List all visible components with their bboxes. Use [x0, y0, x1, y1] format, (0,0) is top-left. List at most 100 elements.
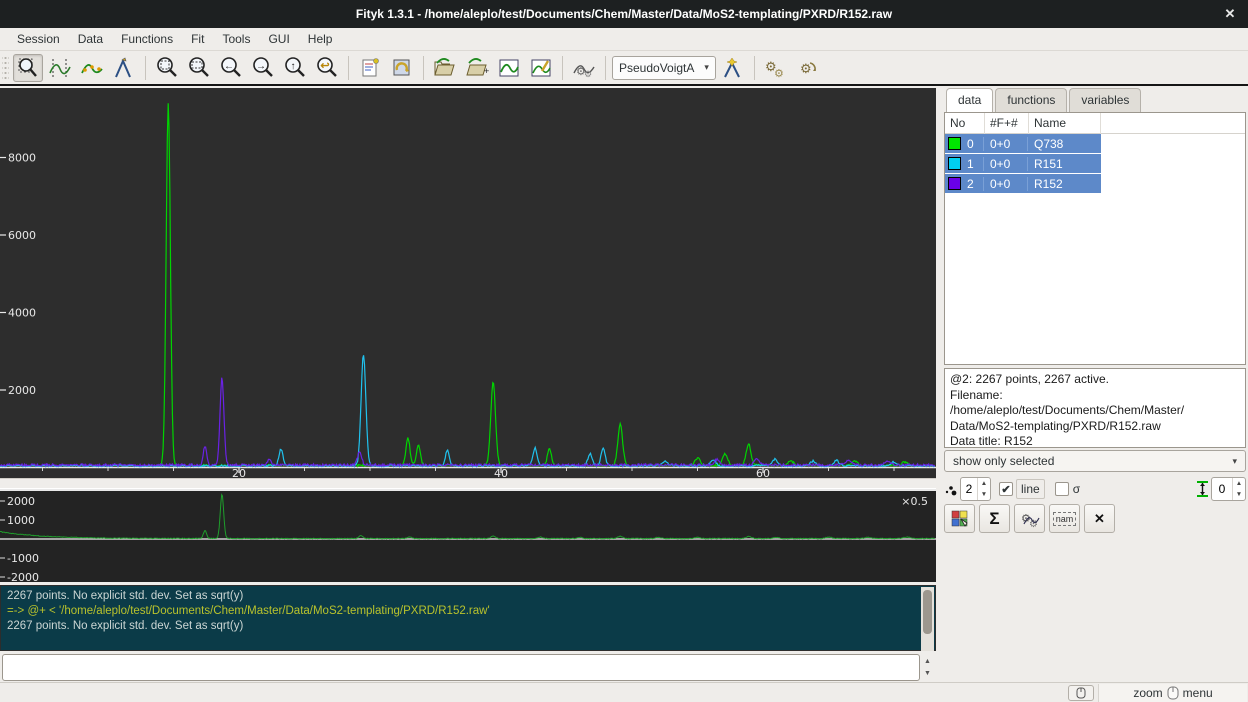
dataset-color-swatch[interactable]	[948, 157, 961, 170]
add-function-mode-button[interactable]	[109, 54, 139, 82]
load-data-button[interactable]	[430, 54, 460, 82]
spin-down-icon[interactable]: ▼	[1233, 489, 1245, 500]
history-down-icon[interactable]: ▼	[920, 668, 935, 681]
menu-fit[interactable]: Fit	[182, 29, 213, 49]
auxiliary-plot[interactable]: 20001000-1000-2000×0.5	[0, 489, 936, 582]
sigma-checkbox[interactable]	[1055, 482, 1069, 496]
dataset-actions: Σ ⚙⚙ nam ✕	[944, 504, 1115, 533]
menu-gui[interactable]: GUI	[259, 29, 298, 49]
dataset-no: 0	[961, 137, 983, 151]
data-table-button[interactable]	[494, 54, 524, 82]
dataset-row-1[interactable]: 1 0+0 R151	[945, 154, 1101, 174]
zoom-vertical-button[interactable]: ↑	[280, 54, 310, 82]
mouse-hint-menu-label: menu	[1183, 686, 1213, 700]
zoom-all-button[interactable]	[152, 54, 182, 82]
tab-data[interactable]: data	[946, 88, 993, 112]
dataset-func-count: 0+0	[983, 157, 1027, 171]
command-input[interactable]	[2, 654, 920, 681]
console-scrollbar-thumb[interactable]	[923, 590, 932, 634]
log-script-icon	[359, 57, 381, 79]
info-line: Data/MoS2-templating/PXRD/R152.raw	[950, 419, 1240, 435]
data-editor-grid-button[interactable]	[944, 504, 975, 533]
sigma-checkbox-label: σ	[1073, 482, 1080, 496]
spin-down-icon[interactable]: ▼	[978, 489, 990, 500]
tab-variables[interactable]: variables	[1069, 88, 1141, 112]
dataset-row-2[interactable]: 2 0+0 R152	[945, 174, 1101, 194]
zoom-right-icon: →	[252, 57, 274, 79]
zoom-previous-button[interactable]: ↩	[312, 54, 342, 82]
menu-data[interactable]: Data	[69, 29, 112, 49]
toolbar-separator	[605, 56, 606, 80]
edit-functions-button[interactable]: ⚙⚙	[569, 54, 599, 82]
display-controls: 2 ▲▼ ✔ line σ 0 ▲▼	[944, 476, 1246, 502]
delete-dataset-button[interactable]: ✕	[1084, 504, 1115, 533]
zoom-left-button[interactable]: ←	[216, 54, 246, 82]
column-header-no[interactable]: No	[945, 113, 985, 134]
dataset-color-swatch[interactable]	[948, 177, 961, 190]
menu-tools[interactable]: Tools	[213, 29, 259, 49]
zoom-vertical-icon: ↑	[284, 57, 306, 79]
tab-functions[interactable]: functions	[995, 88, 1067, 112]
mouse-hints-toggle-button[interactable]	[1068, 685, 1094, 701]
menu-functions[interactable]: Functions	[112, 29, 182, 49]
column-header-name[interactable]: Name	[1029, 113, 1101, 134]
sidebar-tabs: data functions variables	[946, 88, 1143, 112]
spin-up-icon[interactable]: ▲	[1233, 478, 1245, 489]
dataset-color-swatch[interactable]	[948, 137, 961, 150]
show-filter-dropdown[interactable]: show only selected ▾	[944, 450, 1246, 472]
data-table-icon	[498, 57, 520, 79]
add-function-icon	[113, 57, 135, 79]
load-data-append-button[interactable]: +	[462, 54, 492, 82]
column-header-functions[interactable]: #F+#	[985, 113, 1029, 134]
main-plot[interactable]: 2040602000400060008000	[0, 88, 936, 478]
command-history-spinner[interactable]: ▲▼	[920, 655, 935, 680]
zoom-right-button[interactable]: →	[248, 54, 278, 82]
dataset-row-0[interactable]: 0 0+0 Q738	[945, 134, 1101, 154]
open-folder-icon	[433, 57, 457, 79]
svg-text:⚙: ⚙	[1029, 519, 1038, 528]
line-checkbox[interactable]: ✔	[999, 482, 1013, 496]
shift-spinner[interactable]: 0 ▲▼	[1211, 477, 1246, 501]
fityk-window: Fityk 1.3.1 - /home/aleplo/test/Document…	[0, 0, 1248, 702]
zoom-selection-icon	[188, 57, 210, 79]
session-reset-button[interactable]	[387, 54, 417, 82]
auto-add-peak-button[interactable]	[718, 54, 748, 82]
fast-transform-button[interactable]: ⚙⚙	[1014, 504, 1045, 533]
add-peak-mode-button[interactable]	[77, 54, 107, 82]
fit-continue-button[interactable]: ⚙	[793, 54, 823, 82]
rename-label: nam	[1053, 512, 1077, 526]
svg-text:×0.5: ×0.5	[901, 495, 928, 508]
history-up-icon[interactable]: ▲	[920, 655, 935, 668]
rename-title-button[interactable]: nam	[1049, 504, 1080, 533]
point-size-icon	[944, 482, 957, 496]
spin-up-icon[interactable]: ▲	[978, 478, 990, 489]
function-gears-icon: ⚙⚙	[572, 57, 596, 79]
svg-text:↑: ↑	[291, 61, 296, 72]
plot-splitter[interactable]	[0, 478, 936, 489]
log-script-button[interactable]	[355, 54, 385, 82]
dataset-info: @2: 2267 points, 2267 active. Filename: …	[944, 368, 1246, 448]
toolbar-handle[interactable]	[2, 55, 9, 81]
output-console[interactable]: 2267 points. No explicit std. dev. Set a…	[0, 585, 936, 651]
close-button[interactable]: ✕	[1222, 6, 1238, 22]
point-size-spinner[interactable]: 2 ▲▼	[960, 477, 991, 501]
main-plot-canvas: 2040602000400060008000	[0, 88, 936, 478]
data-editor-button[interactable]	[526, 54, 556, 82]
svg-text:→: →	[256, 61, 266, 72]
svg-text:2000: 2000	[7, 495, 35, 508]
close-x-icon: ✕	[1094, 511, 1105, 527]
menu-help[interactable]: Help	[299, 29, 342, 49]
function-type-dropdown[interactable]: PseudoVoigtA ▾	[612, 56, 716, 80]
zoom-previous-icon: ↩	[316, 57, 338, 79]
fit-run-button[interactable]: ⚙⚙	[761, 54, 791, 82]
svg-text:6000: 6000	[8, 229, 36, 242]
data-range-mode-button[interactable]	[45, 54, 75, 82]
zoom-mode-button[interactable]	[13, 54, 43, 82]
console-scrollbar[interactable]	[921, 587, 934, 651]
dataset-no: 1	[961, 157, 983, 171]
zoom-selection-button[interactable]	[184, 54, 214, 82]
sum-button[interactable]: Σ	[979, 504, 1010, 533]
dropdown-arrow-icon: ▾	[704, 62, 709, 73]
console-line: 2267 points. No explicit std. dev. Set a…	[7, 619, 929, 634]
menu-session[interactable]: Session	[8, 29, 69, 49]
